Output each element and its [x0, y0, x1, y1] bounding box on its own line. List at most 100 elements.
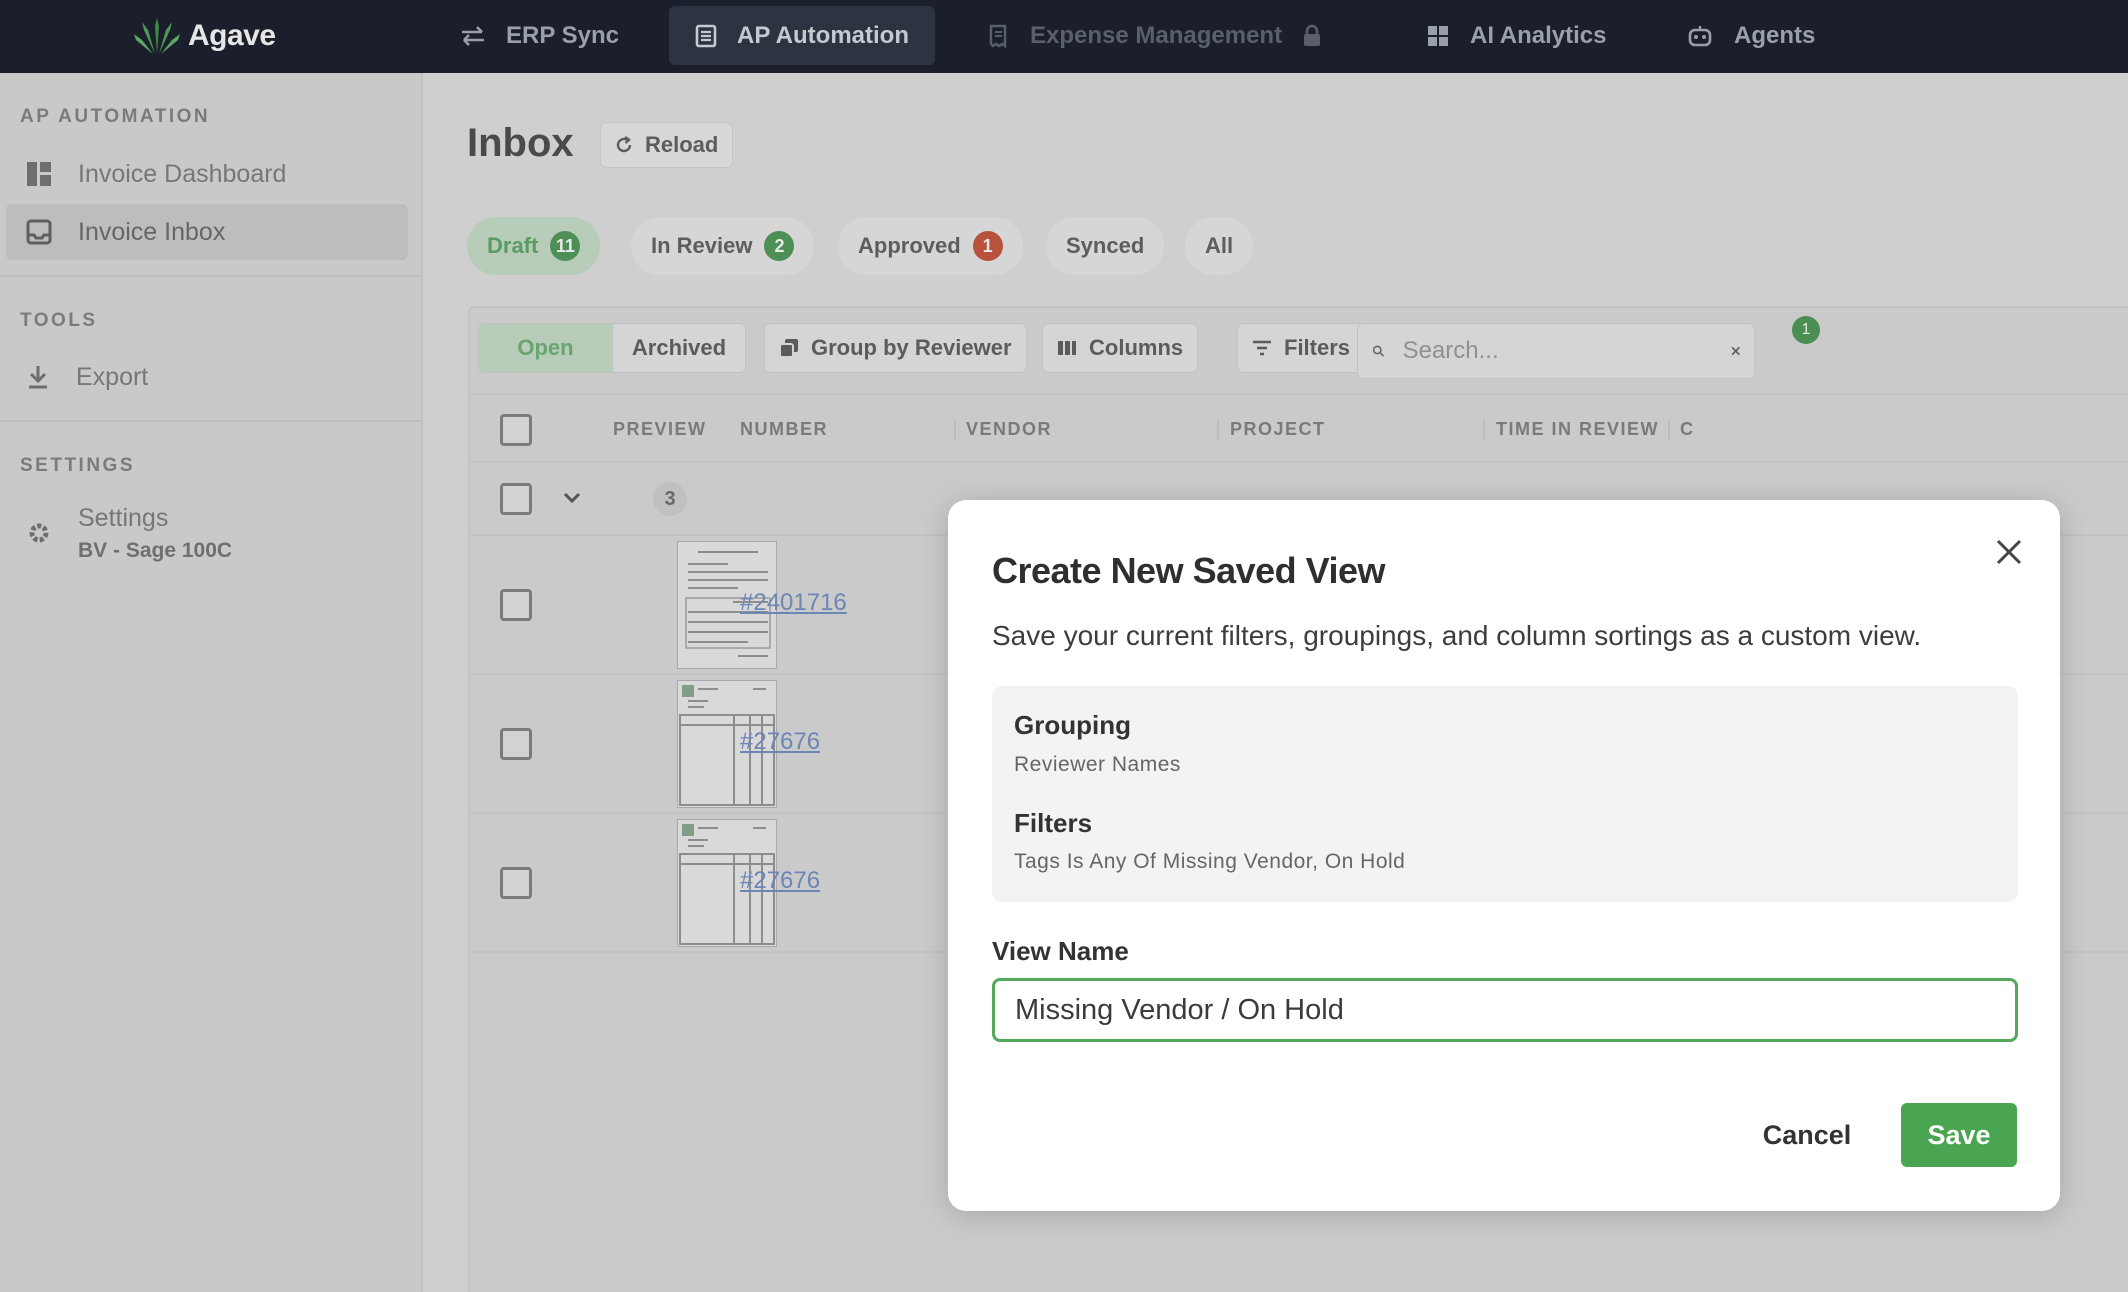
tab-synced[interactable]: Synced [1046, 217, 1165, 275]
sidebar-section-ap-automation: AP AUTOMATION [20, 106, 211, 127]
select-all-checkbox[interactable] [500, 414, 532, 446]
view-name-input[interactable] [992, 978, 2018, 1042]
robot-icon [1688, 25, 1712, 46]
row-checkbox[interactable] [500, 589, 532, 621]
tab-label: In Review [651, 233, 753, 258]
tab-label: All [1205, 233, 1234, 258]
sidebar-section-tools: TOOLS [20, 310, 98, 331]
lock-icon [1304, 24, 1321, 46]
columns-button[interactable]: Columns [1042, 323, 1199, 373]
column-header-number[interactable]: NUMBER [740, 419, 828, 440]
dashboard-icon [27, 162, 51, 186]
count-badge: 11 [550, 231, 581, 261]
sidebar: AP AUTOMATION Invoice Dashboard Invoice … [0, 73, 423, 1292]
view-summary-panel: Grouping Reviewer Names Filters Tags Is … [992, 686, 2018, 902]
page-title: Inbox [467, 121, 574, 165]
chevron-down-icon[interactable] [562, 491, 582, 505]
invoice-number-link[interactable]: #27676 [740, 728, 820, 756]
settings-company-label: BV - Sage 100C [78, 538, 233, 562]
nav-agents[interactable]: Agents [1660, 6, 1841, 65]
tab-in-review[interactable]: In Review 2 [631, 217, 815, 275]
column-header-project[interactable]: PROJECT [1230, 419, 1326, 440]
view-name-label: View Name [992, 936, 1129, 966]
sidebar-section-settings: SETTINGS [20, 455, 136, 476]
sidebar-item-settings[interactable]: Settings BV - Sage 100C [6, 493, 408, 573]
close-icon [1996, 539, 2022, 565]
open-toggle-button[interactable]: Open [479, 324, 612, 372]
group-by-reviewer-button[interactable]: Group by Reviewer [764, 323, 1027, 373]
tab-label: Draft [487, 233, 539, 258]
filter-count-badge: 1 [1792, 316, 1820, 344]
search-input[interactable] [1402, 337, 1713, 365]
inbox-icon [26, 219, 52, 245]
column-header-vendor[interactable]: VENDOR [966, 419, 1052, 440]
tab-approved[interactable]: Approved 1 [838, 217, 1023, 275]
group-by-label: Group by Reviewer [811, 335, 1012, 360]
nav-expense-management[interactable]: Expense Management [962, 6, 1348, 65]
grid-icon [1428, 25, 1448, 46]
count-badge: 2 [764, 231, 795, 261]
column-divider [1217, 419, 1219, 441]
invoice-number-link[interactable]: #27676 [740, 867, 820, 895]
filter-icon [1253, 340, 1271, 356]
close-dialog-button[interactable] [1991, 534, 2027, 570]
tab-label: Approved [858, 233, 961, 258]
count-badge: 1 [972, 231, 1003, 261]
columns-label: Columns [1089, 335, 1184, 360]
row-checkbox[interactable] [500, 867, 532, 899]
search-icon [1372, 345, 1385, 357]
search-field [1357, 323, 1755, 379]
nav-expense-management-label: Expense Management [1030, 21, 1283, 49]
nav-ap-automation[interactable]: AP Automation [669, 6, 935, 65]
clear-search-icon[interactable] [1731, 342, 1740, 360]
sidebar-item-label: Invoice Dashboard [78, 159, 287, 188]
sidebar-item-label: Settings [78, 503, 169, 532]
nav-ai-analytics-label: AI Analytics [1470, 21, 1607, 49]
row-checkbox[interactable] [500, 728, 532, 760]
receipt-icon [989, 24, 1007, 48]
nav-ai-analytics[interactable]: AI Analytics [1400, 6, 1633, 65]
document-icon [695, 24, 717, 47]
filters-button[interactable]: Filters [1237, 323, 1366, 373]
logo-text: Agave [188, 19, 276, 52]
grouping-value: Reviewer Names [1014, 753, 1181, 776]
create-saved-view-dialog: Create New Saved View Save your current … [948, 500, 2060, 1211]
sidebar-item-export[interactable]: Export [6, 349, 408, 405]
archived-toggle-button[interactable]: Archived [612, 324, 745, 372]
nav-erp-sync[interactable]: ERP Sync [434, 6, 645, 65]
columns-icon [1058, 341, 1076, 355]
filters-label: Filters [1284, 335, 1351, 360]
sidebar-divider [0, 275, 423, 277]
sidebar-item-label: Invoice Inbox [78, 217, 226, 246]
grouping-label: Grouping [1014, 710, 1131, 740]
filters-label: Filters [1014, 808, 1093, 838]
column-divider [1483, 419, 1485, 441]
nav-agents-label: Agents [1734, 21, 1816, 49]
nav-ap-automation-label: AP Automation [737, 21, 909, 49]
invoice-number-link[interactable]: #2401716 [740, 589, 847, 617]
group-checkbox[interactable] [500, 483, 532, 515]
cancel-button[interactable]: Cancel [1740, 1103, 1874, 1167]
filters-value: Tags Is Any Of Missing Vendor, On Hold [1014, 850, 1406, 873]
tab-draft[interactable]: Draft 11 [467, 217, 601, 275]
reload-button[interactable]: Reload [600, 122, 734, 168]
column-header-overflow[interactable]: C [1680, 419, 1695, 440]
column-divider [1668, 419, 1670, 441]
dialog-title: Create New Saved View [992, 550, 1386, 591]
open-archived-toggle: Open Archived [478, 323, 746, 373]
sidebar-item-label: Export [76, 362, 149, 391]
agave-logo[interactable]: Agave [134, 14, 276, 58]
tab-all[interactable]: All [1185, 217, 1254, 275]
sidebar-item-invoice-inbox[interactable]: Invoice Inbox [6, 204, 408, 260]
column-divider [954, 419, 956, 441]
top-navigation-bar: Agave ERP Sync AP Automation Expense Man… [0, 0, 2128, 73]
sidebar-item-invoice-dashboard[interactable]: Invoice Dashboard [6, 146, 408, 202]
column-header-time-in-review[interactable]: TIME IN REVIEW [1496, 419, 1659, 440]
tab-label: Synced [1066, 233, 1145, 258]
arrows-swap-icon [462, 25, 484, 46]
layers-icon [779, 339, 798, 358]
gear-icon [29, 523, 49, 543]
save-button[interactable]: Save [1901, 1103, 2017, 1167]
column-header-preview[interactable]: PREVIEW [613, 419, 707, 440]
nav-erp-sync-label: ERP Sync [506, 21, 619, 49]
